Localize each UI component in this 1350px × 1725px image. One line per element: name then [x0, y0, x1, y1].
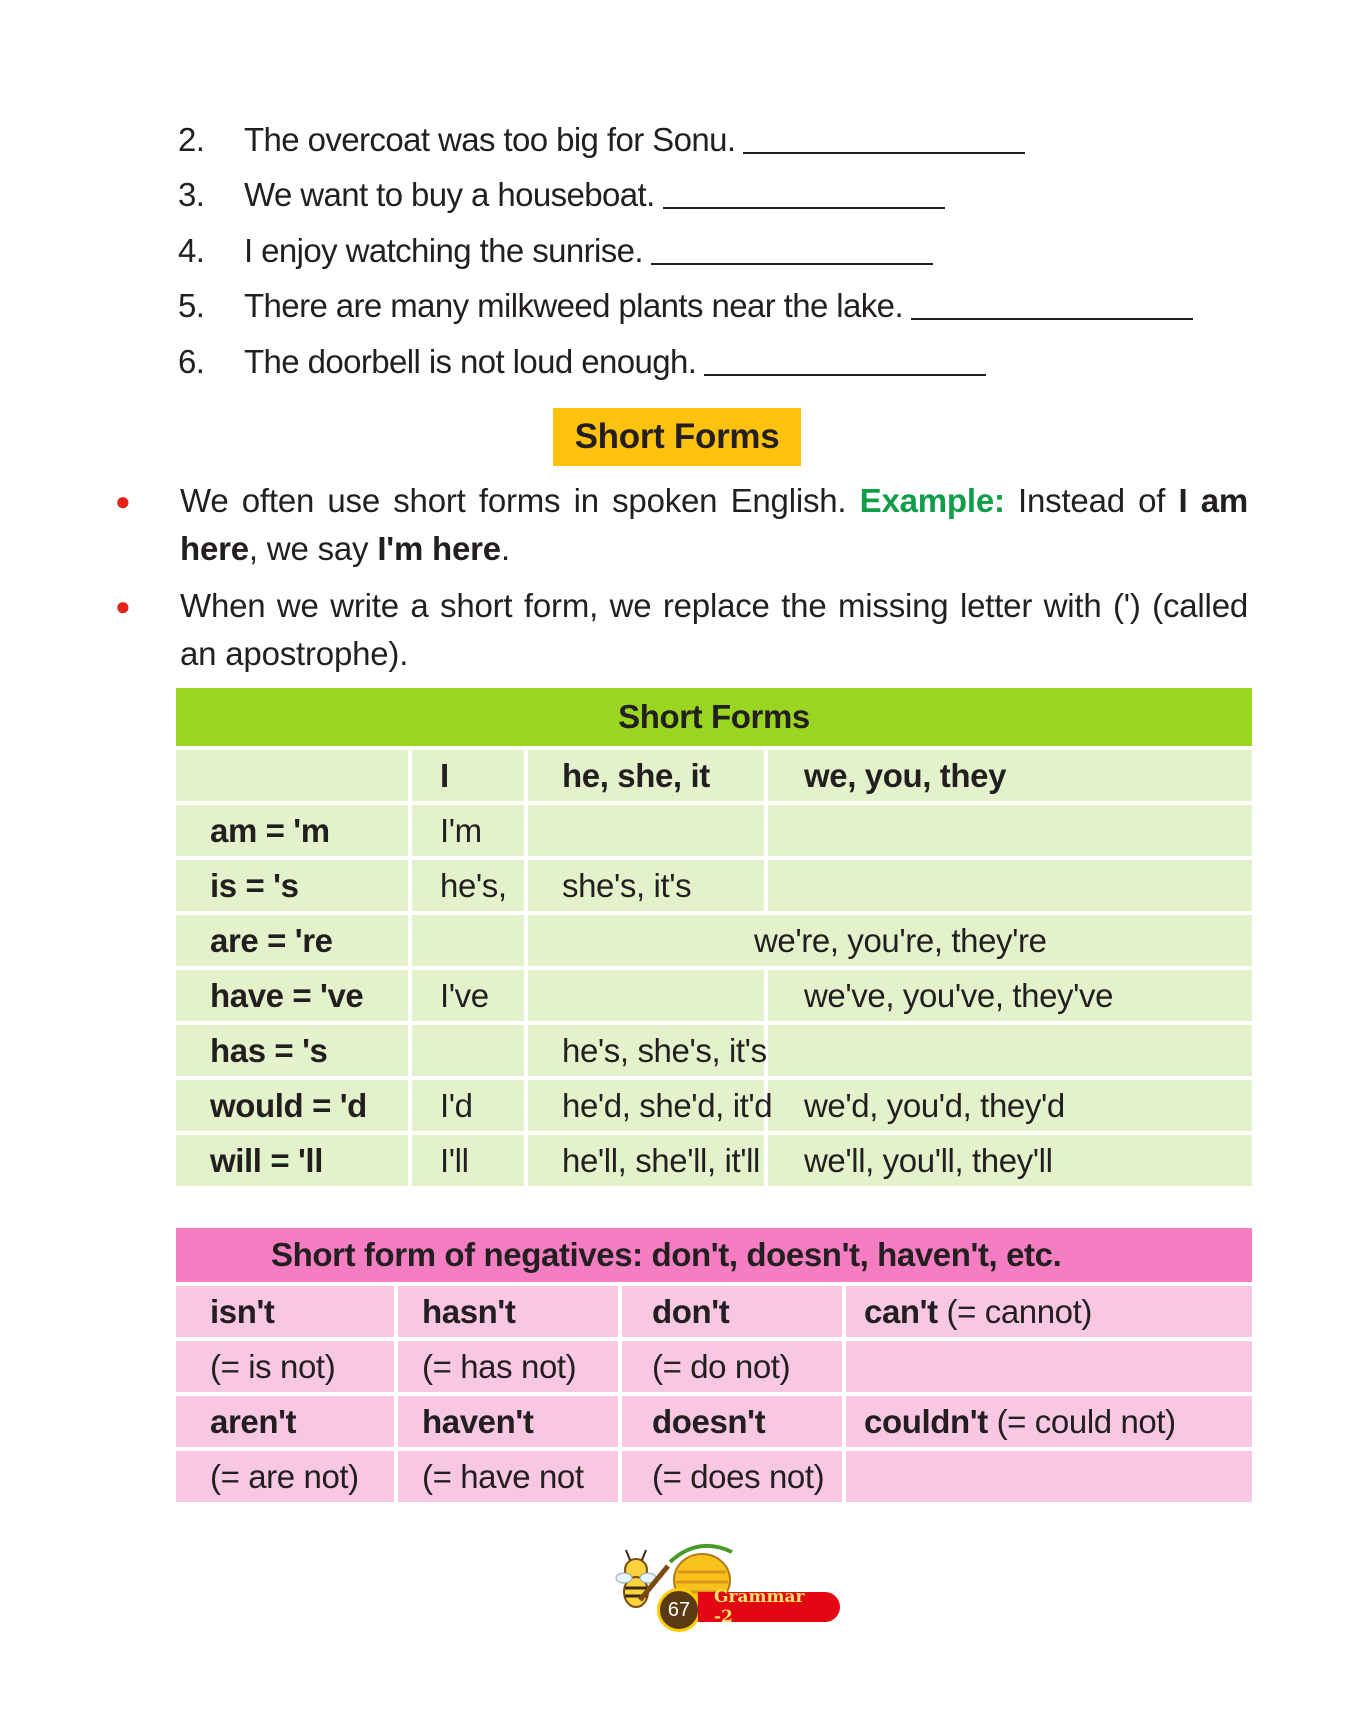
table-header-row: I he, she, it we, you, they	[176, 746, 1252, 801]
negatives-table: Short form of negatives: don't, doesn't,…	[176, 1228, 1252, 1502]
bullet-dot-icon: ●	[115, 486, 131, 516]
table-row: would = 'd I'd he'd, she'd, it'd we'd, y…	[176, 1076, 1252, 1131]
table-title: Short Forms	[176, 688, 1252, 746]
example-label: Example:	[859, 482, 1005, 519]
page-footer-badge: 67 Grammar -2	[610, 1540, 840, 1632]
short-forms-table: Short Forms I he, she, it we, you, they …	[176, 688, 1252, 1186]
bullet-apostrophe-rule: ● When we write a short form, we replace…	[115, 582, 1248, 678]
table-row: (= are not) (= have not (= does not)	[176, 1447, 1252, 1502]
answer-blank[interactable]	[651, 237, 933, 265]
table-row: aren't haven't doesn't couldn't (= could…	[176, 1392, 1252, 1447]
answer-blank[interactable]	[662, 181, 945, 210]
table-row: has = 's he's, she's, it's	[176, 1021, 1252, 1076]
list-item: 3. We want to buy a houseboat.	[178, 168, 1258, 224]
section-title: Short Forms	[553, 408, 801, 466]
bullet-dot-icon: ●	[115, 591, 131, 621]
answer-blank[interactable]	[704, 348, 987, 376]
bullet-short-forms-usage: ● We often use short forms in spoken Eng…	[115, 477, 1248, 573]
table-row: have = 've I've we've, you've, they've	[176, 966, 1252, 1021]
table-row: (= is not) (= has not) (= do not)	[176, 1337, 1252, 1392]
list-item: 5. There are many milkweed plants near th…	[178, 279, 1258, 335]
book-label: Grammar -2	[698, 1587, 840, 1627]
exercise-list: 2. The overcoat was too big for Sonu. 3. W…	[178, 112, 1258, 390]
answer-blank[interactable]	[911, 292, 1194, 321]
list-item: 2. The overcoat was too big for Sonu.	[178, 112, 1258, 168]
table-row: is = 's he's, she's, it's	[176, 856, 1252, 911]
workbook-page: 2. The overcoat was too big for Sonu. 3. W…	[0, 0, 1350, 1725]
table-title: Short form of negatives: don't, doesn't,…	[176, 1228, 1252, 1282]
list-item: 4. I enjoy watching the sunrise.	[178, 223, 1258, 279]
table-row: isn't hasn't don't can't (= cannot)	[176, 1282, 1252, 1337]
page-number: 67	[657, 1588, 701, 1632]
answer-blank[interactable]	[743, 126, 1026, 154]
table-row: will = 'll I'll he'll, she'll, it'll we'…	[176, 1131, 1252, 1186]
table-row: are = 're we're, you're, they're	[176, 911, 1252, 966]
list-item: 6. The doorbell is not loud enough.	[178, 334, 1258, 390]
table-row: am = 'm I'm	[176, 801, 1252, 856]
